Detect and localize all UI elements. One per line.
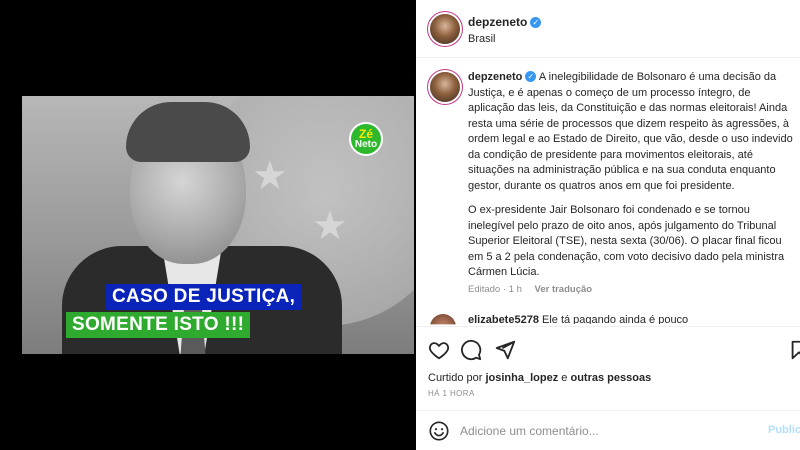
caption-meta: Editado · 1 h Ver tradução [468, 284, 602, 295]
action-bar [416, 326, 800, 370]
caption-author-avatar[interactable] [430, 72, 460, 102]
ze-neto-logo: Zé Neto [349, 122, 383, 156]
post-time[interactable]: HÁ 1 HORA [428, 389, 475, 398]
translate-link[interactable]: Ver tradução [535, 284, 593, 295]
save-bookmark-icon[interactable] [788, 339, 800, 361]
logo-text-2: Neto [354, 139, 378, 150]
caption-paragraph-1: A inelegibilidade de Bolsonaro é uma dec… [468, 71, 793, 192]
person-hair [126, 102, 250, 162]
comment-input[interactable] [460, 421, 750, 441]
heart-icon[interactable] [428, 339, 450, 361]
verified-badge-icon: ✓ [530, 17, 542, 28]
post-details-panel: depzeneto ✓ Brasil depzeneto ✓ A inelegibi… [416, 0, 800, 450]
likes-summary: Curtido por josinha_lopez e outras pesso… [428, 372, 651, 384]
star-icon: ★ [252, 154, 288, 198]
edited-timestamp: Editado · 1 h [468, 284, 522, 295]
author-username[interactable]: depzeneto ✓ [468, 15, 542, 29]
liked-by-user[interactable]: josinha_lopez [485, 372, 558, 384]
likes-middle: e [561, 372, 568, 384]
comment-text: Ele tá pagando ainda é pouco [542, 314, 689, 324]
comment-item: elizabete5278 Ele tá pagando ainda é pou… [468, 314, 798, 324]
star-icon: ★ [312, 204, 348, 248]
liked-by-others[interactable]: outras pessoas [570, 372, 651, 384]
post-header: depzeneto ✓ Brasil [416, 0, 800, 58]
author-username-text[interactable]: depzeneto [468, 15, 527, 29]
publish-button[interactable]: Publicar [768, 424, 800, 436]
video-caption-line-2: SOMENTE ISTO !!! [66, 312, 251, 338]
video-caption-line-1: CASO DE JUSTIÇA, [106, 284, 302, 310]
post-media: ★ ★ ★ Zé Neto CASO DE JUSTIÇA, SOMENTE I… [0, 0, 416, 450]
author-avatar[interactable] [430, 14, 460, 44]
comment-icon[interactable] [460, 339, 482, 361]
emoji-icon[interactable] [428, 420, 450, 442]
verified-badge-icon: ✓ [525, 71, 537, 82]
share-icon[interactable] [494, 339, 516, 361]
add-comment-bar: Publicar [416, 410, 800, 450]
post-photo[interactable]: ★ ★ ★ Zé Neto CASO DE JUSTIÇA, SOMENTE I… [22, 96, 414, 354]
likes-prefix: Curtido por [428, 372, 483, 384]
post-caption: depzeneto ✓ A inelegibilidade de Bolsonar… [468, 70, 794, 290]
comment-username[interactable]: elizabete5278 [468, 314, 539, 324]
post-location[interactable]: Brasil [468, 33, 496, 45]
caption-author-username[interactable]: depzeneto [468, 71, 522, 83]
caption-paragraph-2: O ex-presidente Jair Bolsonaro foi conde… [468, 204, 785, 278]
